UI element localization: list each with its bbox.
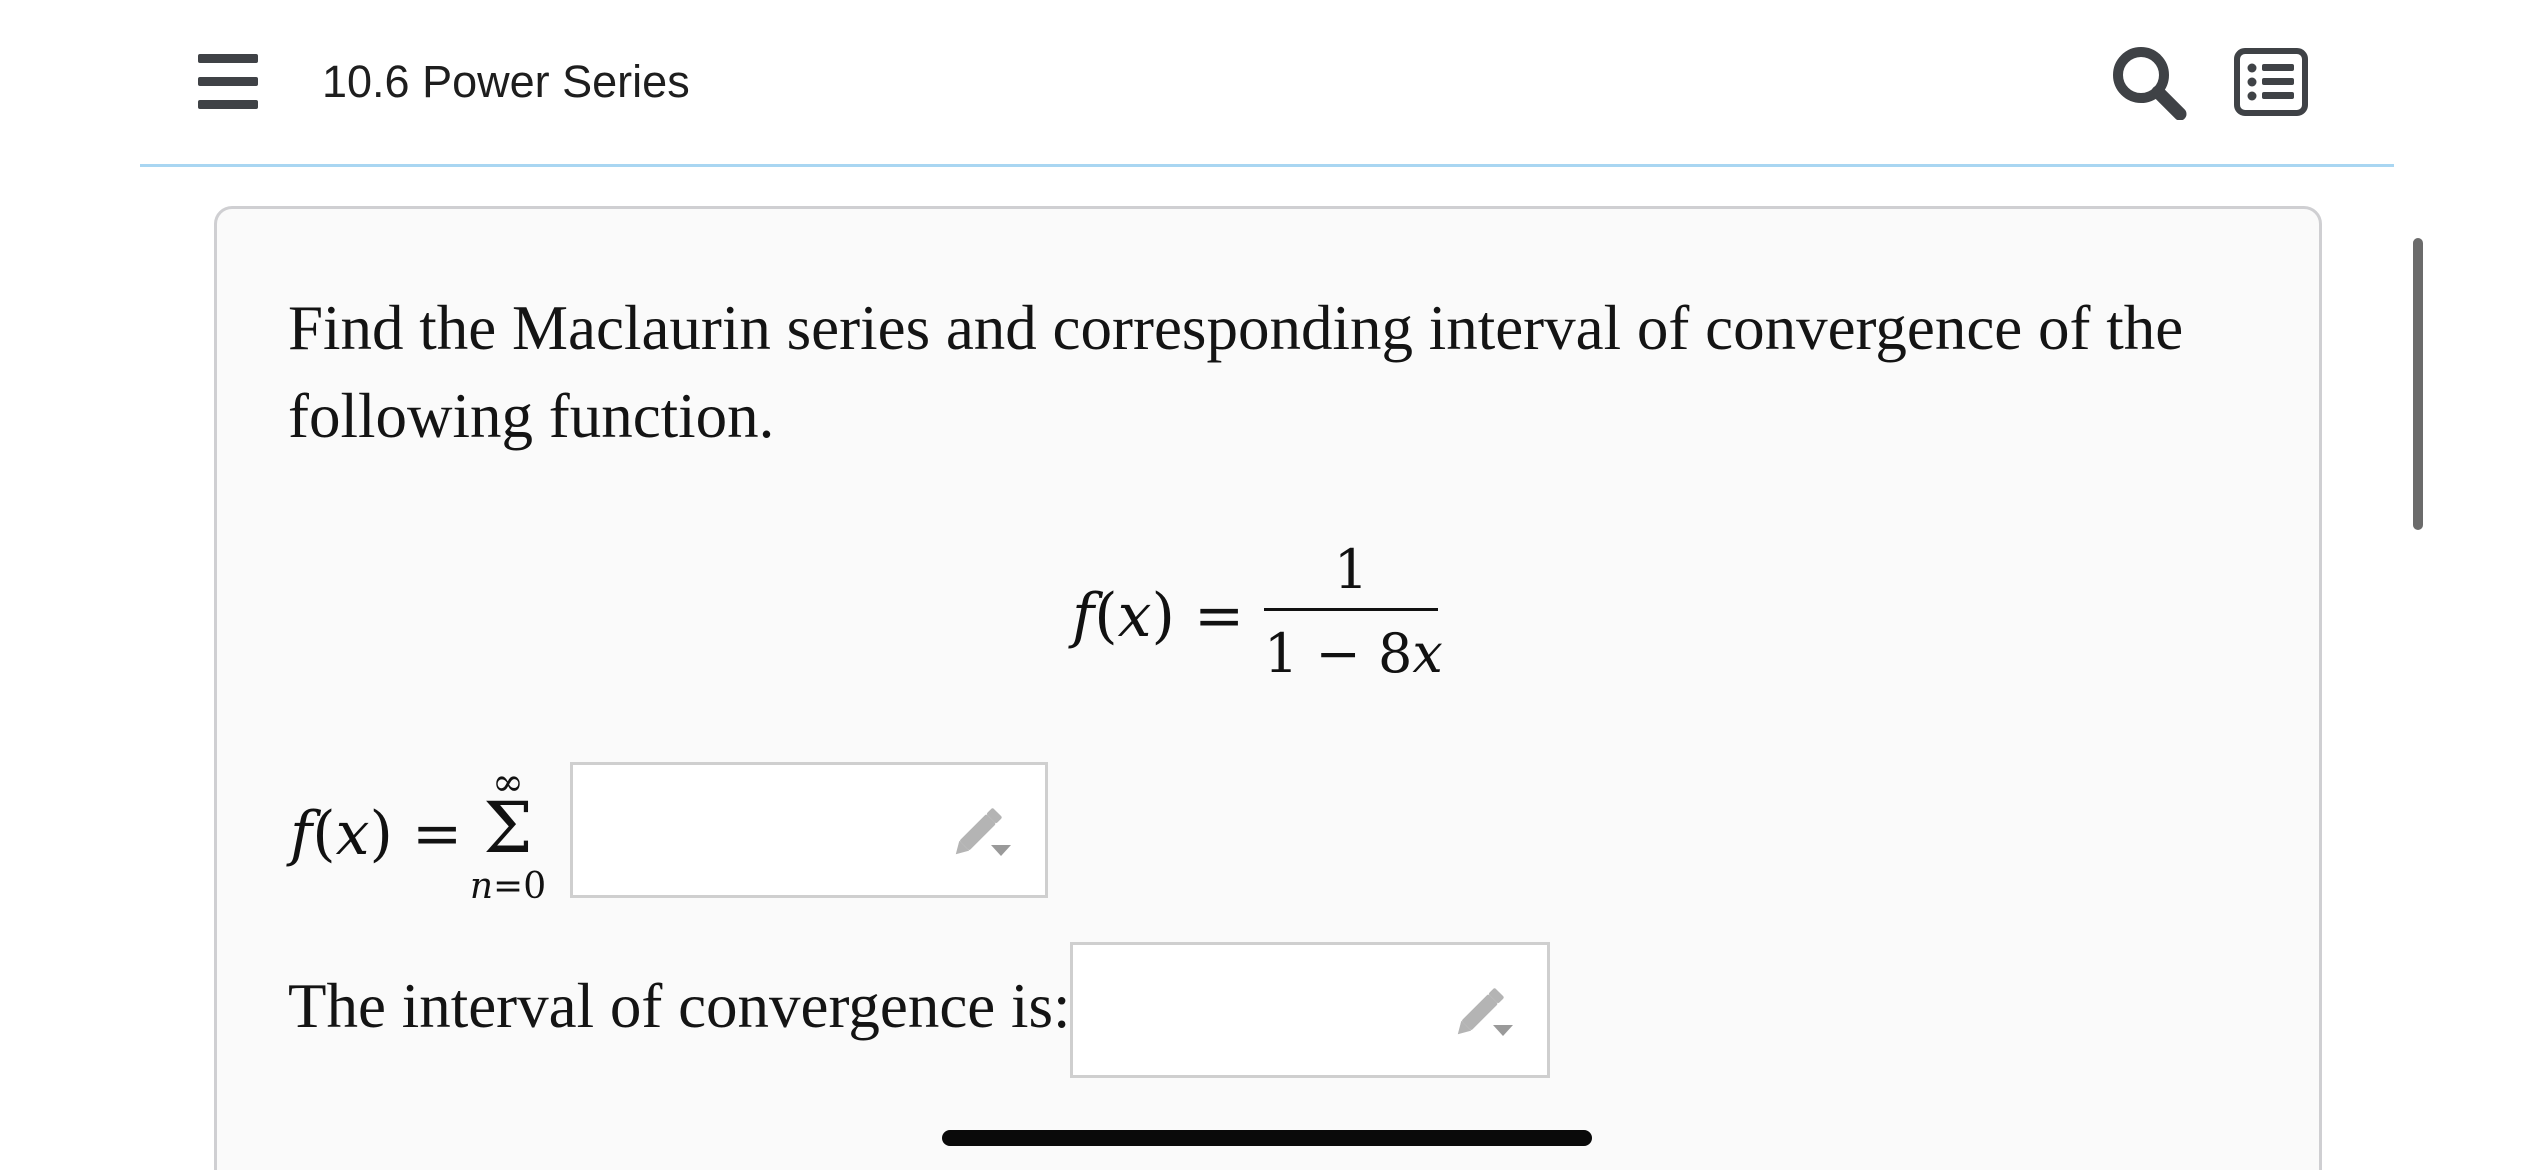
fraction: 1 1 − 8x <box>1264 530 1443 710</box>
fraction-bar <box>1264 608 1438 611</box>
series-function-name: f <box>290 799 313 869</box>
summation-index-equals: = <box>493 866 524 907</box>
function-lhs: f(x) = <box>1072 581 1245 651</box>
denominator-coefficient: 8 <box>1377 622 1413 685</box>
series-function-variable: x <box>335 799 370 869</box>
hamburger-menu-icon[interactable] <box>196 52 260 110</box>
menu-bar <box>198 54 258 63</box>
series-equals-sign: = <box>411 799 463 869</box>
scrollbar[interactable] <box>2413 238 2423 530</box>
series-answer-input[interactable] <box>570 762 1048 898</box>
summation-index: n <box>469 866 494 907</box>
summation: ∞ Σ n=0 <box>470 762 546 912</box>
question-prompt: Find the Maclaurin series and correspond… <box>288 293 2184 451</box>
interval-answer-input[interactable] <box>1070 942 1550 1078</box>
function-variable: x <box>1117 581 1152 651</box>
function-name: f <box>1072 581 1095 651</box>
interval-label: The interval of convergence is: <box>288 971 1071 1041</box>
page-title: 10.6 Power Series <box>322 56 690 107</box>
summation-sigma: Σ <box>483 787 533 869</box>
menu-bar <box>198 77 258 86</box>
summation-index-start: 0 <box>523 866 547 907</box>
series-lhs: f(x) = <box>290 799 463 869</box>
denominator-constant: 1 <box>1264 622 1299 685</box>
denominator-variable: x <box>1412 622 1443 685</box>
header-divider <box>140 164 2394 167</box>
fraction-denominator: 1 − 8x <box>1264 614 1443 694</box>
function-equation: f(x) = 1 1 − 8x <box>1072 530 1472 710</box>
pencil-edit-icon[interactable] <box>1453 985 1517 1041</box>
fraction-numerator: 1 <box>1333 538 1369 601</box>
summation-lower-limit: n=0 <box>456 866 560 908</box>
search-icon[interactable] <box>2110 44 2188 121</box>
top-header: 10.6 Power Series <box>0 0 2532 167</box>
home-indicator[interactable] <box>942 1130 1592 1146</box>
table-of-contents-icon[interactable] <box>2234 48 2308 116</box>
equals-sign: = <box>1193 581 1245 651</box>
pencil-edit-icon[interactable] <box>951 805 1015 861</box>
denominator-operator: − <box>1315 622 1361 685</box>
menu-bar <box>198 100 258 109</box>
